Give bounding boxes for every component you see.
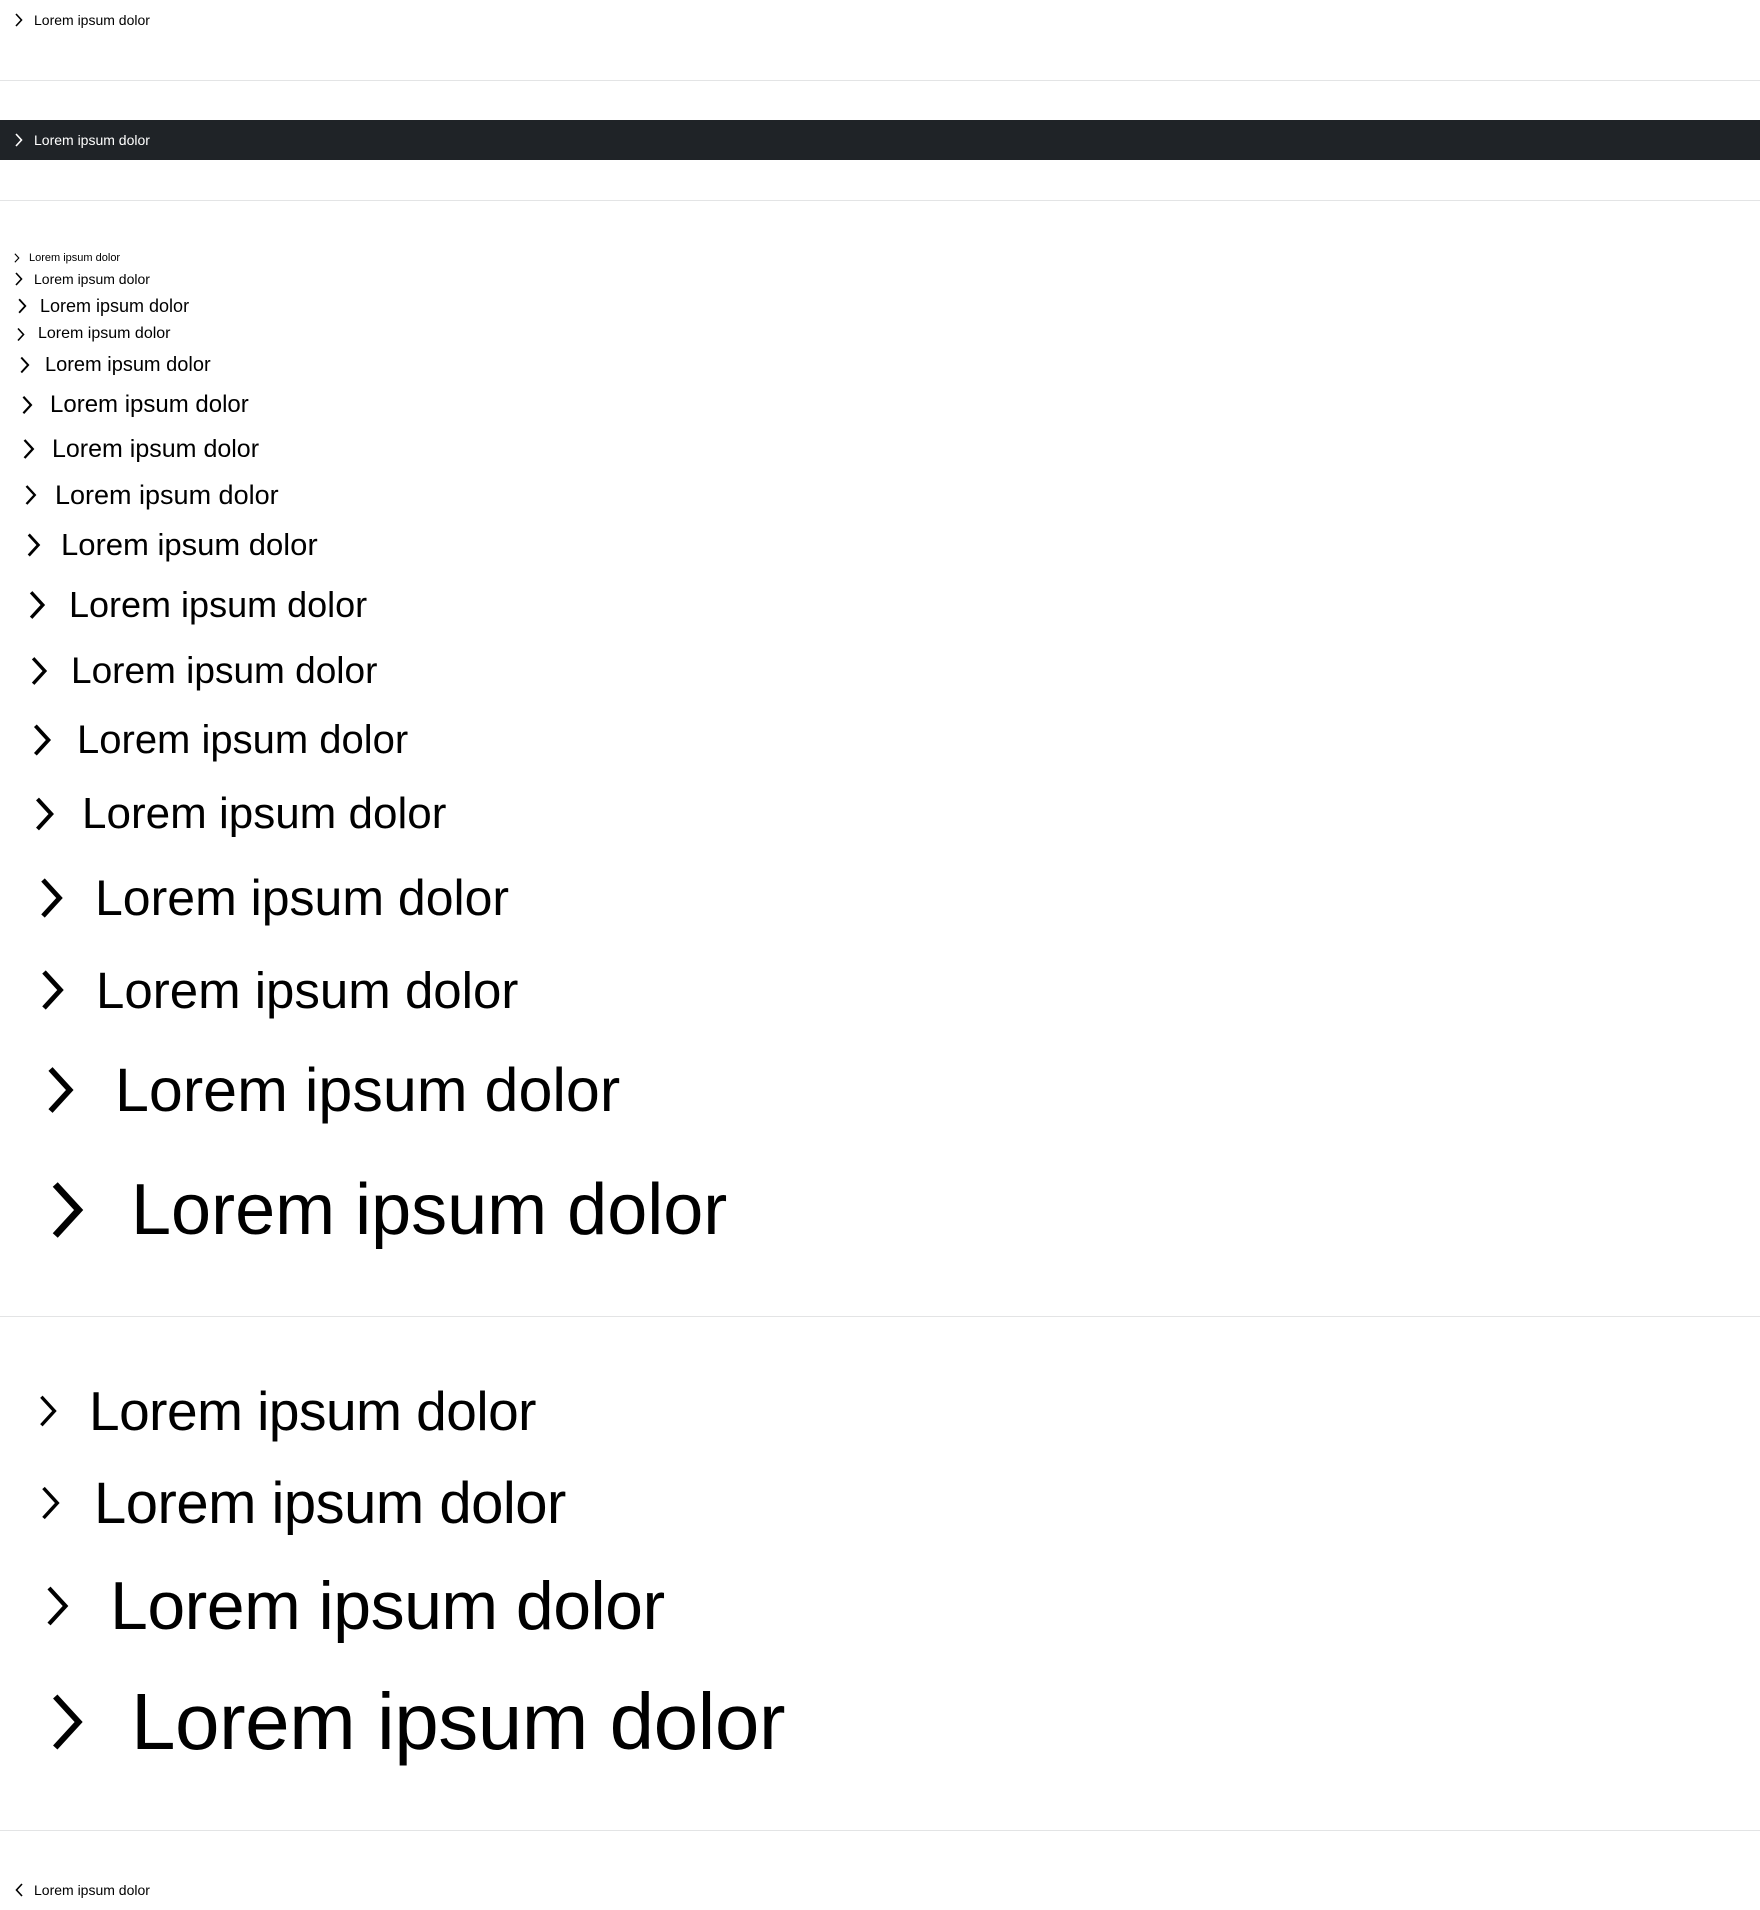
link-label: Lorem ipsum dolor <box>110 1568 665 1644</box>
chevron-right-icon <box>40 1395 57 1427</box>
chevron-right-icon <box>23 439 35 459</box>
chevron-right-icon <box>29 591 46 619</box>
link-label: Lorem ipsum dolor <box>38 325 171 342</box>
link-label: Lorem ipsum dolor <box>52 434 260 463</box>
section-divider <box>0 200 1760 201</box>
link-default[interactable]: Lorem ipsum dolor <box>0 8 150 32</box>
section-divider <box>0 80 1760 81</box>
chevron-right-icon <box>52 1182 84 1238</box>
link-size-large[interactable]: Lorem ipsum dolor <box>0 521 318 569</box>
link-size-small[interactable]: Lorem ipsum dolor <box>0 292 189 320</box>
link-size-xxx-large[interactable]: Lorem ipsum dolor <box>0 1156 727 1264</box>
chevron-right-icon <box>41 878 63 918</box>
link-back[interactable]: Lorem ipsum dolor <box>0 1878 150 1902</box>
chevron-right-icon <box>20 356 30 374</box>
link-label: Lorem ipsum dolor <box>131 1170 728 1250</box>
chevron-right-icon <box>17 327 25 341</box>
section-divider <box>0 1830 1760 1831</box>
link-label: Lorem ipsum dolor <box>82 789 447 838</box>
link-thin-3[interactable]: Lorem ipsum dolor <box>0 1568 665 1644</box>
link-label: Lorem ipsum dolor <box>95 870 510 926</box>
link-label: Lorem ipsum dolor <box>34 271 150 287</box>
link-size-xx-large-2[interactable]: Lorem ipsum dolor <box>0 952 518 1028</box>
chevron-right-icon <box>15 13 23 27</box>
link-theme-dark[interactable]: Lorem ipsum dolor <box>0 128 150 152</box>
link-label: Lorem ipsum dolor <box>55 479 279 510</box>
chevron-right-icon <box>48 1067 74 1113</box>
link-label: Lorem ipsum dolor <box>34 12 150 28</box>
chevron-right-icon <box>15 133 23 147</box>
chevron-right-icon <box>33 724 52 756</box>
link-label: Lorem ipsum dolor <box>50 391 249 418</box>
link-label: Lorem ipsum dolor <box>34 1882 150 1898</box>
link-size-xx-small[interactable]: Lorem ipsum dolor <box>0 250 120 266</box>
chevron-right-icon <box>18 298 27 314</box>
link-label: Lorem ipsum dolor <box>40 295 190 316</box>
link-size-large-3[interactable]: Lorem ipsum dolor <box>0 642 377 700</box>
chevron-right-icon <box>31 657 48 685</box>
link-label: Lorem ipsum dolor <box>89 1380 536 1442</box>
link-size-x-small[interactable]: Lorem ipsum dolor <box>0 268 150 290</box>
link-label: Lorem ipsum dolor <box>96 961 519 1019</box>
dark-theme-band: Lorem ipsum dolor <box>0 120 1760 160</box>
link-size-large-2[interactable]: Lorem ipsum dolor <box>0 577 367 633</box>
link-label: Lorem ipsum dolor <box>115 1056 621 1124</box>
section-divider <box>0 1316 1760 1317</box>
link-label: Lorem ipsum dolor <box>77 717 409 762</box>
link-label: Lorem ipsum dolor <box>45 353 211 376</box>
chevron-right-icon <box>14 253 20 263</box>
link-size-medium[interactable]: Lorem ipsum dolor <box>0 349 211 381</box>
link-label: Lorem ipsum dolor <box>34 132 150 148</box>
link-thin-4[interactable]: Lorem ipsum dolor <box>0 1672 786 1772</box>
link-size-medium-2[interactable]: Lorem ipsum dolor <box>0 386 249 424</box>
chevron-right-icon <box>15 272 23 286</box>
chevron-right-icon <box>27 533 41 557</box>
link-label: Lorem ipsum dolor <box>61 527 318 562</box>
link-size-x-large-2[interactable]: Lorem ipsum dolor <box>0 780 446 848</box>
link-size-medium-3[interactable]: Lorem ipsum dolor <box>0 429 259 469</box>
link-size-inherit[interactable]: Lorem ipsum dolor <box>0 1044 620 1136</box>
chevron-right-icon <box>25 485 37 505</box>
chevron-right-icon <box>36 797 54 831</box>
link-label: Lorem ipsum dolor <box>131 1677 786 1766</box>
link-size-xx-large[interactable]: Lorem ipsum dolor <box>0 860 509 936</box>
link-size-small-alt[interactable]: Lorem ipsum dolor <box>0 322 171 346</box>
link-label: Lorem ipsum dolor <box>69 584 368 625</box>
link-label: Lorem ipsum dolor <box>29 252 121 264</box>
link-thin-2[interactable]: Lorem ipsum dolor <box>0 1470 566 1536</box>
chevron-right-icon <box>42 1486 60 1520</box>
link-label: Lorem ipsum dolor <box>71 650 378 691</box>
chevron-right-icon <box>22 396 33 414</box>
link-label: Lorem ipsum dolor <box>94 1470 566 1536</box>
chevron-right-icon <box>53 1694 83 1750</box>
link-size-x-large[interactable]: Lorem ipsum dolor <box>0 709 408 771</box>
chevron-left-icon <box>15 1883 23 1897</box>
chevron-right-icon <box>42 970 64 1010</box>
chevron-right-icon <box>47 1586 69 1626</box>
link-thin-1[interactable]: Lorem ipsum dolor <box>0 1380 536 1442</box>
link-size-medium-4[interactable]: Lorem ipsum dolor <box>0 474 279 516</box>
